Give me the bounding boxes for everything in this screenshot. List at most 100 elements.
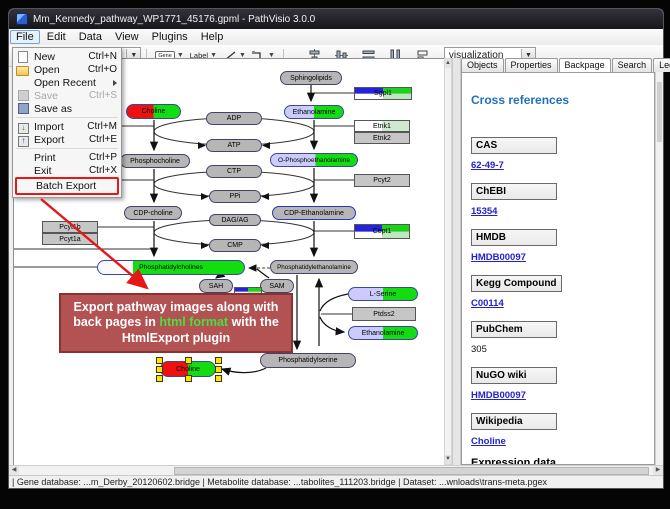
gene-node[interactable]: Sgpl1	[354, 87, 412, 100]
menu-item-import[interactable]: ↓ Import Ctrl+M	[13, 120, 121, 133]
menu-item-export[interactable]: ↑ Export Ctrl+E	[13, 133, 121, 146]
metabolite-node[interactable]: PPi	[209, 190, 261, 203]
resize-handle[interactable]	[156, 357, 163, 364]
gene-node[interactable]: Etnk1	[354, 120, 410, 132]
metabolite-node[interactable]: ATP	[206, 139, 262, 152]
resize-handle[interactable]	[185, 357, 192, 364]
canvas-vertical-scrollbar[interactable]: ▲ ▼	[444, 58, 452, 465]
menu-plugins[interactable]: Plugins	[146, 30, 194, 44]
tab-objects[interactable]: Objects	[461, 58, 504, 72]
menu-item-batch-export[interactable]: Batch Export	[15, 177, 119, 195]
menu-item-shortcut: Ctrl+P	[89, 152, 117, 163]
node-label: L-Serine	[370, 291, 396, 298]
metabolite-node[interactable]: Phosphatidylcholines	[97, 260, 245, 275]
metabolite-node[interactable]: SAM	[260, 279, 294, 293]
annotation-callout: Export pathway images along with back pa…	[59, 293, 293, 353]
menu-separator	[16, 148, 118, 149]
metabolite-node[interactable]: CDP-Ethanolamine	[272, 206, 356, 220]
scroll-right-icon[interactable]: ▶	[653, 466, 663, 475]
backpage-section: CAS 62-49-7	[471, 135, 644, 171]
menu-help[interactable]: Help	[195, 30, 230, 44]
menu-item-new[interactable]: New Ctrl+N	[13, 50, 121, 63]
blank-icon	[16, 77, 30, 88]
sidebar: Objects Properties Backpage Search Legen…	[461, 58, 663, 465]
menu-item-exit[interactable]: Exit Ctrl+X	[13, 164, 121, 177]
metabolite-node[interactable]: O-Phosphoethanolamine	[270, 153, 358, 167]
menu-item-label: Import	[34, 121, 81, 133]
horizontal-scrollbar[interactable]: ◀ ▶	[9, 465, 663, 475]
node-label: Cept1	[373, 228, 392, 235]
gene-node[interactable]: Ptdss2	[352, 307, 416, 321]
title-bar[interactable]: Mm_Kennedy_pathway_WP1771_45176.gpml - P…	[9, 9, 663, 29]
resize-handle[interactable]	[185, 375, 192, 382]
scrollbar-thumb[interactable]	[657, 82, 662, 142]
metabolite-node[interactable]: Sphingolipids	[280, 71, 342, 85]
menu-file[interactable]: File	[10, 30, 40, 44]
node-label: DAG/AG	[221, 217, 248, 224]
selected-node-group[interactable]: Choline	[160, 361, 216, 377]
gene-node[interactable]: Pcyt2	[354, 174, 410, 187]
metabolite-node[interactable]: CMP	[209, 239, 261, 252]
node-label: Pcyt1a	[59, 236, 80, 243]
tab-search[interactable]: Search	[612, 58, 653, 72]
metabolite-node[interactable]: Phosphatidylethanolamine	[270, 260, 358, 274]
gene-node[interactable]: Pcyt1b	[42, 221, 98, 233]
gene-node[interactable]: Pcyt1a	[42, 233, 98, 245]
menu-item-save-as[interactable]: Save as	[13, 102, 121, 115]
menu-item-shortcut: Ctrl+E	[89, 134, 117, 145]
node-label: PPi	[230, 193, 241, 200]
scroll-left-icon[interactable]: ◀	[9, 466, 19, 475]
xref-link[interactable]: 62-49-7	[471, 160, 644, 171]
metabolite-node[interactable]: Phosphocholine	[120, 154, 190, 168]
backpage-section: ChEBI 15354	[471, 181, 644, 217]
metabolite-node[interactable]: Ethanolamine	[284, 105, 344, 119]
backpage-section: HMDB HMDB00097	[471, 227, 644, 263]
metabolite-node[interactable]: DAG/AG	[209, 214, 261, 226]
resize-handle[interactable]	[215, 375, 222, 382]
resize-handle[interactable]	[215, 357, 222, 364]
metabolite-node[interactable]: Choline	[126, 104, 181, 119]
metabolite-node[interactable]: Phosphatidylserine	[260, 353, 356, 368]
resize-handle[interactable]	[156, 375, 163, 382]
scrollbar-thumb[interactable]	[174, 467, 649, 475]
metabolite-node[interactable]: Ethanolamine	[348, 326, 418, 340]
tab-legend[interactable]: Legend	[653, 58, 670, 72]
metabolite-node[interactable]: L-Serine	[348, 287, 418, 301]
menu-data[interactable]: Data	[73, 30, 108, 44]
backpage-section: NuGO wiki HMDB00097	[471, 365, 644, 401]
menu-item-shortcut: Ctrl+N	[88, 51, 117, 62]
sidebar-scrollbar[interactable]	[655, 72, 663, 465]
xref-link[interactable]: HMDB00097	[471, 390, 644, 401]
metabolite-node[interactable]: CDP-choline	[124, 206, 182, 220]
xref-link[interactable]: HMDB00097	[471, 252, 644, 263]
menu-item-print[interactable]: Print Ctrl+P	[13, 151, 121, 164]
menu-edit[interactable]: Edit	[41, 30, 72, 44]
sidebar-splitter[interactable]	[452, 58, 461, 465]
metabolite-node[interactable]: SAH	[199, 279, 233, 293]
metabolite-node[interactable]: CTP	[206, 165, 262, 178]
tab-backpage[interactable]: Backpage	[559, 58, 611, 73]
xref-link[interactable]: 15354	[471, 206, 644, 217]
tab-properties[interactable]: Properties	[505, 58, 558, 72]
xref-link[interactable]: Choline	[471, 436, 644, 447]
xref-link[interactable]: C00114	[471, 298, 644, 309]
gene-node[interactable]: Cept1	[354, 224, 410, 239]
node-label: ATP	[227, 142, 240, 149]
menu-item-open-recent[interactable]: Open Recent	[13, 76, 121, 89]
gene-node[interactable]: Etnk2	[354, 132, 410, 144]
menu-view[interactable]: View	[109, 30, 145, 44]
scroll-up-icon[interactable]: ▲	[445, 59, 451, 68]
xref-source-header: ChEBI	[471, 183, 557, 200]
export-icon: ↑	[16, 134, 30, 145]
metabolite-node[interactable]: ADP	[206, 112, 262, 125]
status-bar: | Gene database: ...m_Derby_20120602.bri…	[9, 475, 663, 488]
resize-handle[interactable]	[156, 366, 163, 373]
menu-separator	[16, 117, 118, 118]
node-label: CDP-choline	[133, 210, 172, 217]
node-label: Etnk2	[373, 135, 391, 142]
node-label: Pcyt2	[373, 177, 391, 184]
menu-item-label: Export	[34, 134, 83, 146]
resize-handle[interactable]	[215, 366, 222, 373]
scroll-down-icon[interactable]: ▼	[445, 455, 451, 464]
menu-item-open[interactable]: Open Ctrl+O	[13, 63, 121, 76]
